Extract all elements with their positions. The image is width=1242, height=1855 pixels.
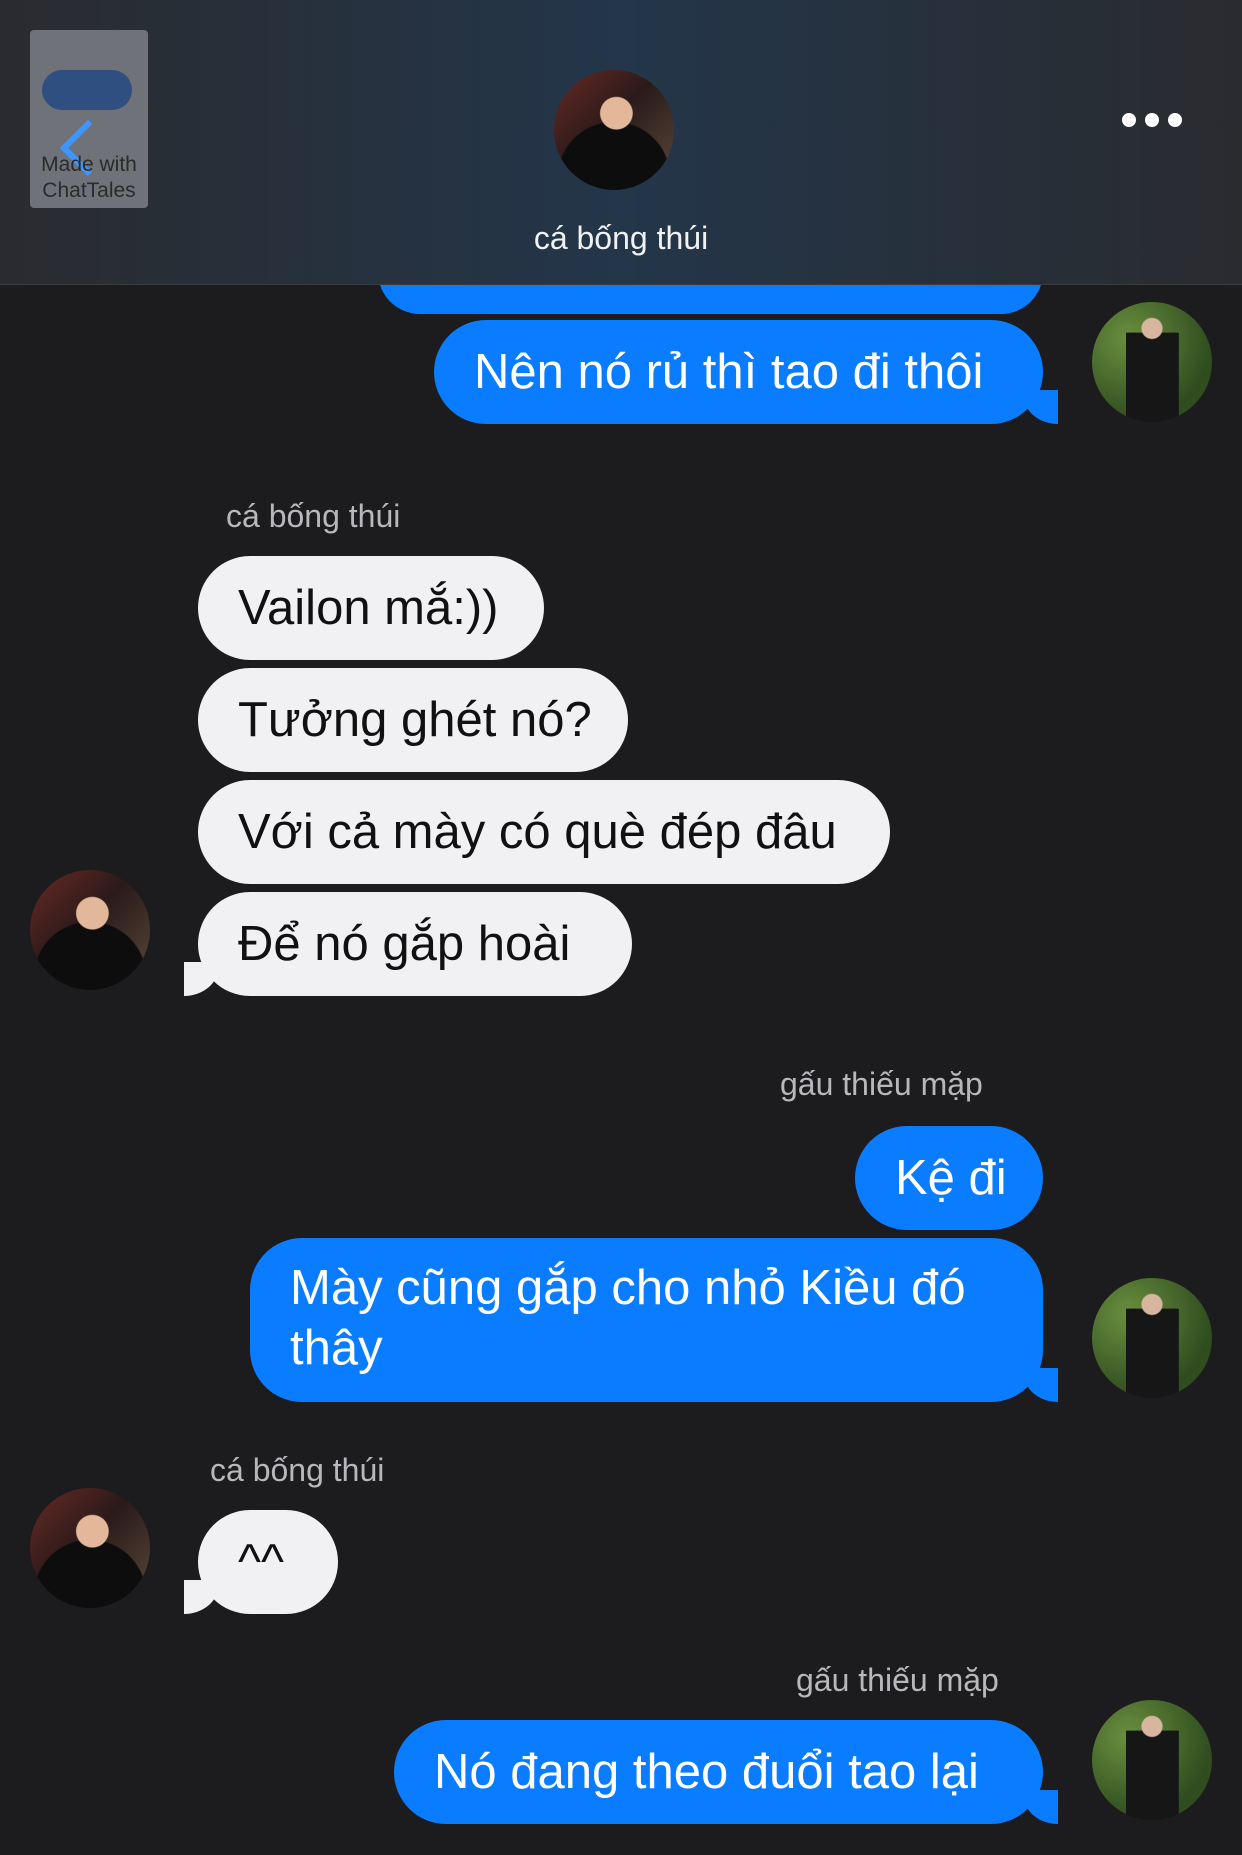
sender-name: cá bống thúi xyxy=(226,498,401,534)
contact-avatar[interactable] xyxy=(554,70,674,190)
chattales-badge: Made with ChatTales xyxy=(30,30,148,208)
bubble-tail xyxy=(1024,1368,1058,1402)
message-bubble-outgoing: Mày cũng gắp cho nhỏ Kiều đó thây xyxy=(250,1238,1043,1402)
avatar[interactable] xyxy=(1092,302,1212,422)
sender-name: gấu thiếu mặp xyxy=(796,1662,999,1698)
bubble-tail xyxy=(1024,1790,1058,1824)
bubble-tail xyxy=(1024,390,1058,424)
badge-text: Made with ChatTales xyxy=(41,153,137,202)
message-bubble-outgoing: Nó đang theo đuổi tao lại xyxy=(394,1720,1043,1824)
more-options-icon[interactable] xyxy=(1122,110,1182,130)
avatar[interactable] xyxy=(30,1488,150,1608)
contact-name[interactable]: cá bống thúi xyxy=(0,220,1242,257)
chat-header: Made with ChatTales cá bống thúi xyxy=(0,0,1242,285)
sender-name: cá bống thúi xyxy=(210,1452,385,1488)
message-bubble-incoming: Vailon mắ:)) xyxy=(198,556,544,660)
bubble-tail xyxy=(184,962,218,996)
chat-bubble-icon xyxy=(42,70,132,110)
sender-name: gấu thiếu mặp xyxy=(780,1066,983,1102)
message-bubble-incoming: Với cả mày có què đép đâu xyxy=(198,780,890,884)
message-bubble-incoming: Tưởng ghét nó? xyxy=(198,668,628,772)
message-bubble-outgoing: Kệ đi xyxy=(855,1126,1043,1230)
message-bubble-outgoing: Nên nó rủ thì tao đi thôi xyxy=(434,320,1043,424)
avatar[interactable] xyxy=(30,870,150,990)
message-bubble-incoming: ^^ xyxy=(198,1510,338,1614)
message-bubble-incoming: Để nó gắp hoài xyxy=(198,892,632,996)
avatar[interactable] xyxy=(1092,1700,1212,1820)
avatar[interactable] xyxy=(1092,1278,1212,1398)
bubble-tail xyxy=(184,1580,218,1614)
